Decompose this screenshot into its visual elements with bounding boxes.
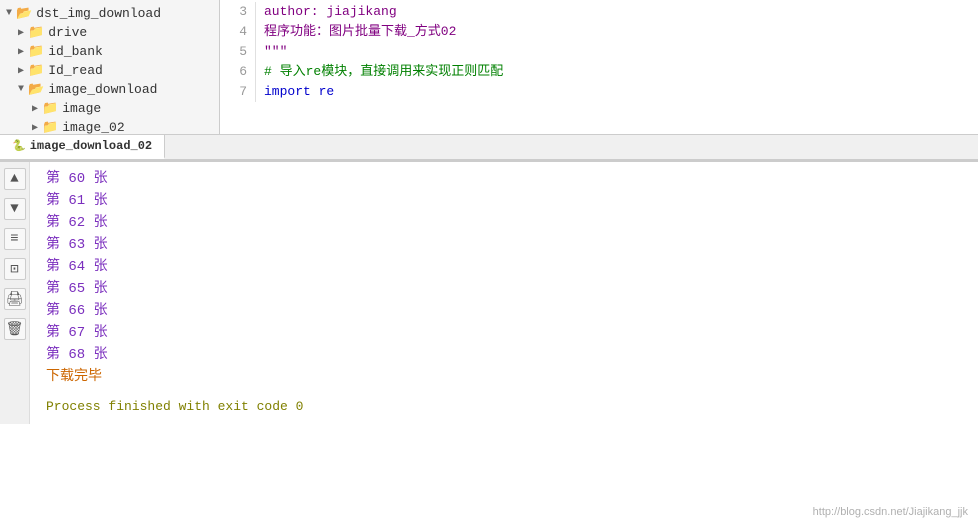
output-line: 第 61 张 xyxy=(46,190,962,212)
folder-icon-dst_img_download: 📂 xyxy=(16,6,32,21)
tree-arrow-dst_img_download: ▼ xyxy=(6,8,12,19)
output-line: 第 64 张 xyxy=(46,256,962,278)
line-content: 程序功能：图片批量下载_方式02 xyxy=(264,22,978,42)
tab-label: image_download_02 xyxy=(30,139,152,153)
line-content: """ xyxy=(264,42,978,62)
top-section: ▼ 📂 dst_img_download ▶ 📁 drive ▶ 📁 id_bank ▶ 📁 Id_r… xyxy=(0,0,978,135)
output-line: 第 63 张 xyxy=(46,234,962,256)
line-content: author: jiajikang xyxy=(264,2,978,22)
output-line: 第 60 张 xyxy=(46,168,962,190)
sidebar-btn-clear[interactable]: 🗑 xyxy=(4,318,26,340)
folder-icon-Id_read: 📁 xyxy=(28,63,44,78)
process-status: Process finished with exit code 0 xyxy=(46,396,962,418)
line-number: 7 xyxy=(220,82,256,102)
line-number: 5 xyxy=(220,42,256,62)
tree-label-Id_read: Id_read xyxy=(48,63,103,78)
code-line-5: 5 """ xyxy=(220,42,978,62)
folder-icon-drive: 📁 xyxy=(28,25,44,40)
tree-arrow-Id_read: ▶ xyxy=(18,65,24,77)
tree-label-dst_img_download: dst_img_download xyxy=(36,6,161,21)
tree-item-image[interactable]: ▶ 📁 image xyxy=(0,99,219,118)
sidebar-btn-print[interactable]: 🖨 xyxy=(4,288,26,310)
folder-icon-image_02: 📁 xyxy=(42,120,58,134)
tree-label-id_bank: id_bank xyxy=(48,44,103,59)
active-tab[interactable]: 🐍 image_download_02 xyxy=(0,135,165,159)
code-line-7: 7 import re xyxy=(220,82,978,102)
run-panel-sidebar: ▲ ▼ ≡ ⊡ 🖨 🗑 xyxy=(0,162,30,424)
folder-icon-image_download: 📂 xyxy=(28,82,44,97)
line-content: # 导入re模块，直接调用来实现正则匹配 xyxy=(264,62,978,82)
folder-icon-id_bank: 📁 xyxy=(28,44,44,59)
output-line: 第 66 张 xyxy=(46,300,962,322)
line-number: 6 xyxy=(220,62,256,82)
tree-label-drive: drive xyxy=(48,25,87,40)
tree-item-Id_read[interactable]: ▶ 📁 Id_read xyxy=(0,61,219,80)
watermark: http://blog.csdn.net/Jiajikang_jjk xyxy=(813,506,968,518)
tree-arrow-image: ▶ xyxy=(32,103,38,115)
line-number: 4 xyxy=(220,22,256,42)
folder-icon-image: 📁 xyxy=(42,101,58,116)
tree-arrow-image_02: ▶ xyxy=(32,122,38,134)
file-tree: ▼ 📂 dst_img_download ▶ 📁 drive ▶ 📁 id_bank ▶ 📁 Id_r… xyxy=(0,0,220,134)
tab-bar: 🐍 image_download_02 xyxy=(0,135,978,160)
output-line: 第 62 张 xyxy=(46,212,962,234)
tree-arrow-drive: ▶ xyxy=(18,27,24,39)
tree-item-drive[interactable]: ▶ 📁 drive xyxy=(0,23,219,42)
tree-arrow-id_bank: ▶ xyxy=(18,46,24,58)
run-panel-body: ▲ ▼ ≡ ⊡ 🖨 🗑 第 60 张第 61 张第 62 张第 63 张第 64 张第 6… xyxy=(0,162,978,424)
code-line-3: 3 author: jiajikang xyxy=(220,2,978,22)
line-content: import re xyxy=(264,82,978,102)
output-line: 第 65 张 xyxy=(46,278,962,300)
tree-item-dst_img_download[interactable]: ▼ 📂 dst_img_download xyxy=(0,4,219,23)
tree-label-image_02: image_02 xyxy=(62,120,124,134)
code-line-6: 6 # 导入re模块，直接调用来实现正则匹配 xyxy=(220,62,978,82)
line-number: 3 xyxy=(220,2,256,22)
output-complete: 下载完毕 xyxy=(46,366,962,388)
tree-arrow-image_download: ▼ xyxy=(18,84,24,95)
run-panel: ▲ ▼ ≡ ⊡ 🖨 🗑 第 60 张第 61 张第 62 张第 63 张第 64 张第 6… xyxy=(0,160,978,424)
code-line-4: 4 程序功能：图片批量下载_方式02 xyxy=(220,22,978,42)
sidebar-btn-stop[interactable]: ⊡ xyxy=(4,258,26,280)
tree-label-image: image xyxy=(62,101,101,116)
tree-item-image_02[interactable]: ▶ 📁 image_02 xyxy=(0,118,219,134)
sidebar-btn-up[interactable]: ▲ xyxy=(4,168,26,190)
output-line: 第 67 张 xyxy=(46,322,962,344)
file-icon: 🐍 xyxy=(12,139,26,153)
tree-label-image_download: image_download xyxy=(48,82,157,97)
code-view: 3author: jiajikang4程序功能：图片批量下载_方式025"""6… xyxy=(220,0,978,134)
sidebar-btn-rerun[interactable]: ≡ xyxy=(4,228,26,250)
tree-item-id_bank[interactable]: ▶ 📁 id_bank xyxy=(0,42,219,61)
output-line: 第 68 张 xyxy=(46,344,962,366)
tree-item-image_download[interactable]: ▼ 📂 image_download xyxy=(0,80,219,99)
run-output: 第 60 张第 61 张第 62 张第 63 张第 64 张第 65 张第 66… xyxy=(30,162,978,424)
sidebar-btn-down[interactable]: ▼ xyxy=(4,198,26,220)
